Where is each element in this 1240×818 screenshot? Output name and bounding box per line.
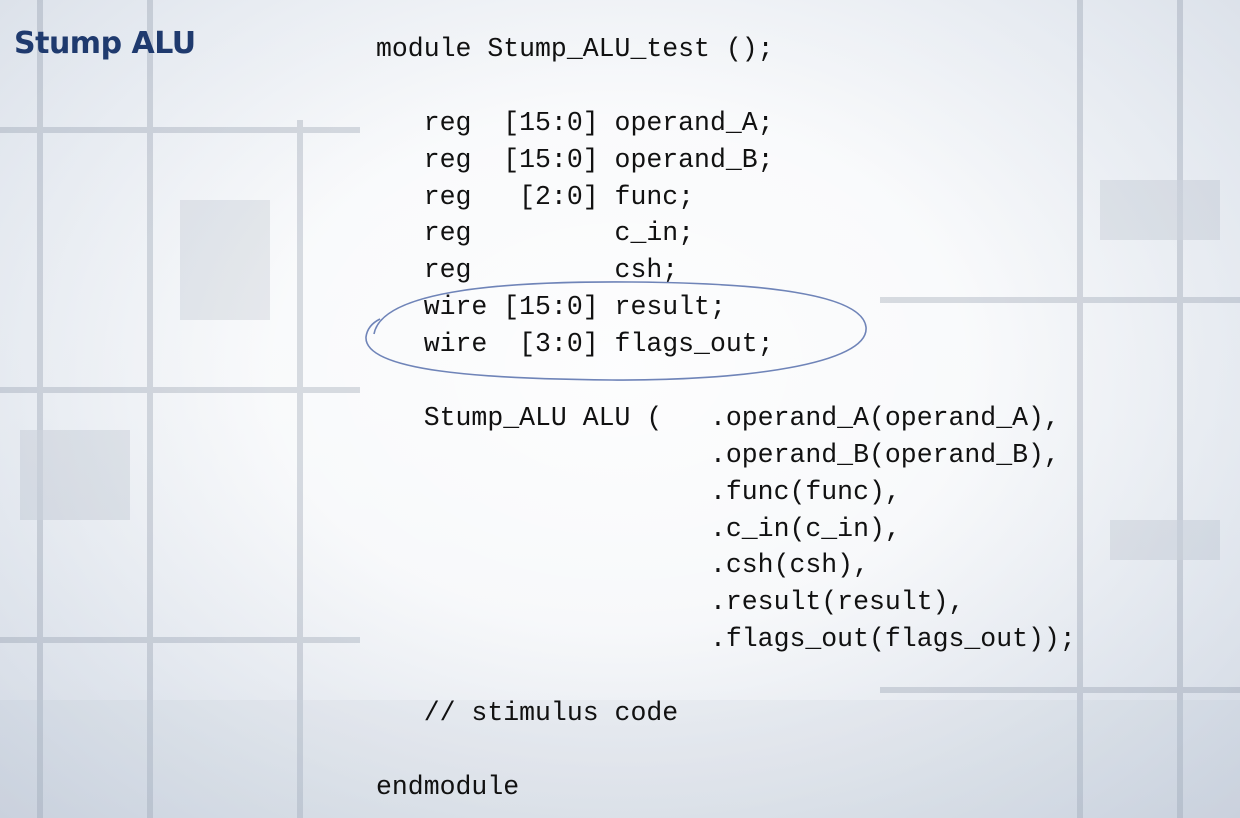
code-line: .result(result), <box>376 587 965 618</box>
slide-title: Stump ALU <box>14 26 196 61</box>
verilog-code-block: module Stump_ALU_test (); reg [15:0] ope… <box>376 31 1076 806</box>
code-line: Stump_ALU ALU ( .operand_A(operand_A), <box>376 402 1060 433</box>
code-line: .flags_out(flags_out)); <box>376 624 1076 655</box>
code-line: // stimulus code <box>376 698 679 729</box>
code-line: .operand_B(operand_B), <box>376 439 1060 470</box>
code-line: reg [2:0] func; <box>376 181 695 212</box>
slide: Stump ALU module Stump_ALU_test (); reg … <box>0 0 1240 818</box>
ellipse-outline <box>365 281 867 381</box>
highlight-ellipse <box>365 281 867 381</box>
code-line: reg [15:0] operand_A; <box>376 107 774 138</box>
code-line: module Stump_ALU_test (); <box>376 34 774 64</box>
code-line: reg c_in; <box>376 218 695 249</box>
code-line: .func(func), <box>376 476 901 507</box>
code-line: .csh(csh), <box>376 550 869 581</box>
code-line: .c_in(c_in), <box>376 513 901 544</box>
code-line: reg [15:0] operand_B; <box>376 144 774 175</box>
code-line: endmodule <box>376 771 520 802</box>
